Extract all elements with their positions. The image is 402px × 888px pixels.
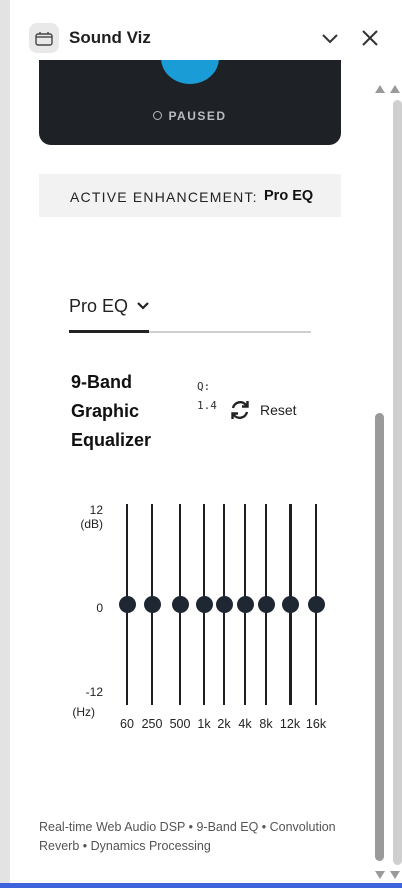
eq-slider-knob[interactable] xyxy=(308,596,325,613)
eq-slider-knob[interactable] xyxy=(258,596,275,613)
eq-slider-knob[interactable] xyxy=(216,596,233,613)
scroll-up-icon[interactable] xyxy=(389,84,401,94)
selector-underline-active xyxy=(69,330,149,333)
y-axis-top-label: 12 xyxy=(89,503,103,517)
eq-slider-knob[interactable] xyxy=(172,596,189,613)
refresh-icon xyxy=(231,401,249,419)
eq-title: 9-Band Graphic Equalizer xyxy=(71,368,181,455)
player-status: PAUSED xyxy=(39,109,341,123)
chevron-down-icon xyxy=(137,302,149,310)
scroll-down-icon[interactable] xyxy=(374,870,386,880)
q-label: Q: xyxy=(197,380,211,393)
player-card: PAUSED xyxy=(39,60,341,145)
close-icon xyxy=(362,30,378,46)
eq-slider-knob[interactable] xyxy=(144,596,161,613)
outer-scrollbar-thumb[interactable] xyxy=(393,100,402,865)
y-axis-mid-label: 0 xyxy=(96,601,103,615)
q-factor: Q: 1.4 xyxy=(197,377,217,415)
eq-band-frequency-label: 250 xyxy=(141,717,163,731)
y-axis-bottom-label: -12 xyxy=(85,685,103,699)
y-axis-unit: (dB) xyxy=(80,517,103,531)
eq-band-frequency-label: 16k xyxy=(305,717,327,731)
eq-title-line: 9-Band xyxy=(71,372,133,392)
close-button[interactable] xyxy=(358,26,382,50)
window-bottom-edge xyxy=(0,883,402,888)
scrollbar-thumb[interactable] xyxy=(375,413,384,861)
player-status-text: PAUSED xyxy=(168,109,227,123)
eq-slider-knob[interactable] xyxy=(237,596,254,613)
footer-text: Real-time Web Audio DSP • 9-Band EQ • Co… xyxy=(39,820,336,853)
app-icon xyxy=(29,23,59,53)
active-enhancement-value: Pro EQ xyxy=(264,188,314,204)
reset-label: Reset xyxy=(260,402,297,418)
active-enhancement-label: ACTIVE ENHANCEMENT: xyxy=(70,189,258,205)
q-value: 1.4 xyxy=(197,399,217,412)
window-left-edge xyxy=(0,0,10,888)
scroll-up-icon[interactable] xyxy=(374,84,386,94)
enhancement-selector[interactable]: Pro EQ xyxy=(69,296,311,336)
eq-title-line: Equalizer xyxy=(71,430,152,450)
reset-button[interactable]: Reset xyxy=(229,398,297,422)
x-axis-unit: (Hz) xyxy=(72,705,95,719)
app-title: Sound Viz xyxy=(69,28,151,47)
eq-slider-knob[interactable] xyxy=(119,596,136,613)
enhancement-selector-value: Pro EQ xyxy=(69,296,129,316)
eq-slider-knob[interactable] xyxy=(196,596,213,613)
player-visualizer[interactable] xyxy=(161,60,219,84)
status-indicator-icon xyxy=(153,111,163,120)
collapse-button[interactable] xyxy=(318,26,342,50)
active-enhancement-panel: ACTIVE ENHANCEMENT: Pro EQ xyxy=(39,174,341,217)
chevron-down-icon xyxy=(322,34,338,44)
scroll-down-icon[interactable] xyxy=(389,870,401,880)
eq-slider-knob[interactable] xyxy=(282,596,299,613)
eq-title-line: Graphic xyxy=(71,401,140,421)
